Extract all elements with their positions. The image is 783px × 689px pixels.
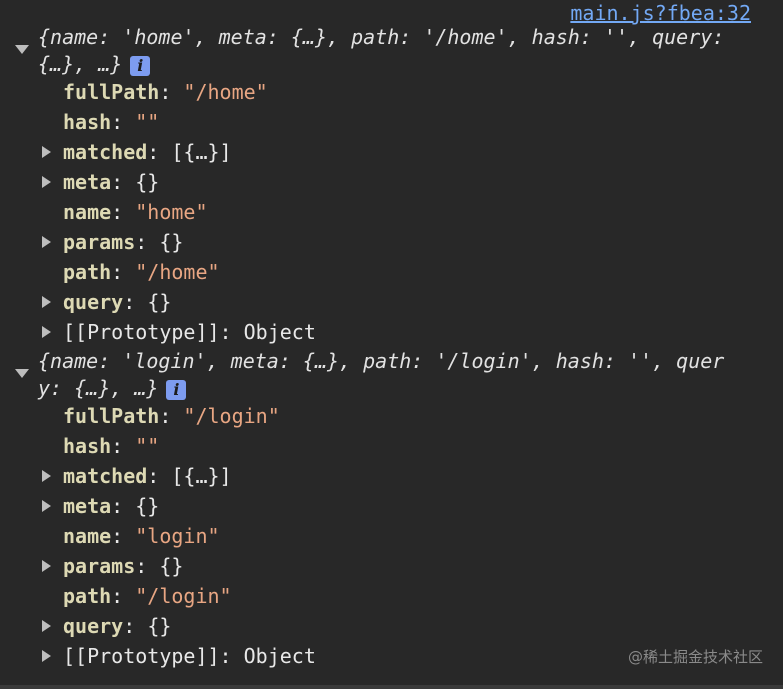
property-separator: : — [111, 584, 136, 608]
property-row[interactable]: query: {} — [63, 611, 171, 641]
property-key: params — [63, 230, 136, 254]
object-summary-text: {…}, …} — [38, 52, 123, 76]
property-value: "/home" — [135, 260, 220, 284]
property-separator: : — [147, 464, 172, 488]
property-separator: : — [135, 554, 160, 578]
property-key: fullPath — [63, 80, 160, 104]
property-row[interactable]: params: {} — [63, 551, 183, 581]
bottom-divider — [0, 685, 783, 689]
object-summary[interactable]: {name: 'login', meta: {…}, path: '/login… — [38, 346, 724, 376]
property-row: fullPath: "/home" — [63, 77, 268, 107]
property-separator: : — [111, 110, 136, 134]
property-separator: : — [111, 434, 136, 458]
property-row[interactable]: matched: [{…}] — [63, 137, 232, 167]
property-row[interactable]: params: {} — [63, 227, 183, 257]
property-value: {} — [135, 494, 160, 518]
property-row: hash: "" — [63, 431, 159, 461]
property-key: name — [63, 524, 112, 548]
property-key: path — [63, 584, 112, 608]
property-separator: : — [135, 230, 160, 254]
property-key: fullPath — [63, 404, 160, 428]
property-separator: : — [159, 80, 184, 104]
object-summary-text: y: {…}, …} — [38, 376, 159, 400]
property-row[interactable]: meta: {} — [63, 491, 159, 521]
property-key: meta — [63, 494, 112, 518]
property-row: path: "/home" — [63, 257, 220, 287]
property-key: meta — [63, 170, 112, 194]
property-value: "login" — [135, 524, 220, 548]
property-key: matched — [63, 140, 148, 164]
property-row[interactable]: query: {} — [63, 287, 171, 317]
expand-triangle-icon[interactable] — [42, 296, 51, 308]
property-row[interactable]: matched: [{…}] — [63, 461, 232, 491]
expand-triangle-icon[interactable] — [42, 560, 51, 572]
property-separator: : — [159, 404, 184, 428]
expand-triangle-icon[interactable] — [42, 146, 51, 158]
property-separator: : — [111, 494, 136, 518]
property-value: "" — [135, 434, 160, 458]
property-key: name — [63, 200, 112, 224]
property-value: {} — [147, 614, 172, 638]
property-key: matched — [63, 464, 148, 488]
expand-triangle-icon[interactable] — [42, 236, 51, 248]
property-row[interactable]: meta: {} — [63, 167, 159, 197]
property-separator: : — [111, 200, 136, 224]
property-key: query — [63, 614, 124, 638]
expand-triangle-icon[interactable] — [42, 176, 51, 188]
expand-triangle-icon[interactable] — [42, 326, 51, 338]
property-value: "/home" — [183, 80, 268, 104]
property-row[interactable]: [[Prototype]]: Object — [63, 641, 316, 671]
property-value: "" — [135, 110, 160, 134]
property-row: hash: "" — [63, 107, 159, 137]
property-separator: : — [111, 260, 136, 284]
object-summary-continued[interactable]: {…}, …} i — [38, 49, 151, 79]
object-summary-continued[interactable]: y: {…}, …} i — [38, 373, 187, 403]
property-row: name: "login" — [63, 521, 220, 551]
property-value: {} — [147, 290, 172, 314]
property-separator: : — [111, 170, 136, 194]
expand-triangle-icon[interactable] — [42, 470, 51, 482]
property-separator: : — [123, 290, 148, 314]
watermark: @稀土掘金技术社区 — [627, 648, 763, 666]
property-separator: : — [111, 524, 136, 548]
object-summary-text: {name: 'home', meta: {…}, path: '/home',… — [38, 25, 725, 49]
property-value: Object — [243, 644, 316, 668]
property-value: "/login" — [183, 404, 280, 428]
property-key: [[Prototype]] — [63, 320, 220, 344]
collapse-triangle-icon[interactable] — [15, 369, 29, 378]
info-icon[interactable]: i — [130, 55, 151, 76]
property-value: "/login" — [135, 584, 232, 608]
property-value: [{…}] — [171, 140, 232, 164]
property-value: {} — [135, 170, 160, 194]
property-value: {} — [159, 554, 184, 578]
property-separator: : — [123, 614, 148, 638]
property-value: [{…}] — [171, 464, 232, 488]
property-value: "home" — [135, 200, 208, 224]
expand-triangle-icon[interactable] — [42, 620, 51, 632]
property-key: params — [63, 554, 136, 578]
property-key: [[Prototype]] — [63, 644, 220, 668]
collapse-triangle-icon[interactable] — [15, 45, 29, 54]
property-key: query — [63, 290, 124, 314]
object-summary[interactable]: {name: 'home', meta: {…}, path: '/home',… — [38, 22, 724, 52]
expand-triangle-icon[interactable] — [42, 650, 51, 662]
property-value: {} — [159, 230, 184, 254]
property-key: hash — [63, 110, 112, 134]
property-separator: : — [147, 140, 172, 164]
property-row: fullPath: "/login" — [63, 401, 280, 431]
info-icon[interactable]: i — [166, 379, 187, 400]
property-key: path — [63, 260, 112, 284]
property-key: hash — [63, 434, 112, 458]
property-value: Object — [243, 320, 316, 344]
expand-triangle-icon[interactable] — [42, 500, 51, 512]
property-separator: : — [219, 644, 244, 668]
property-row[interactable]: [[Prototype]]: Object — [63, 317, 316, 347]
property-separator: : — [219, 320, 244, 344]
object-summary-text: {name: 'login', meta: {…}, path: '/login… — [38, 349, 725, 373]
property-row: path: "/login" — [63, 581, 232, 611]
property-row: name: "home" — [63, 197, 208, 227]
